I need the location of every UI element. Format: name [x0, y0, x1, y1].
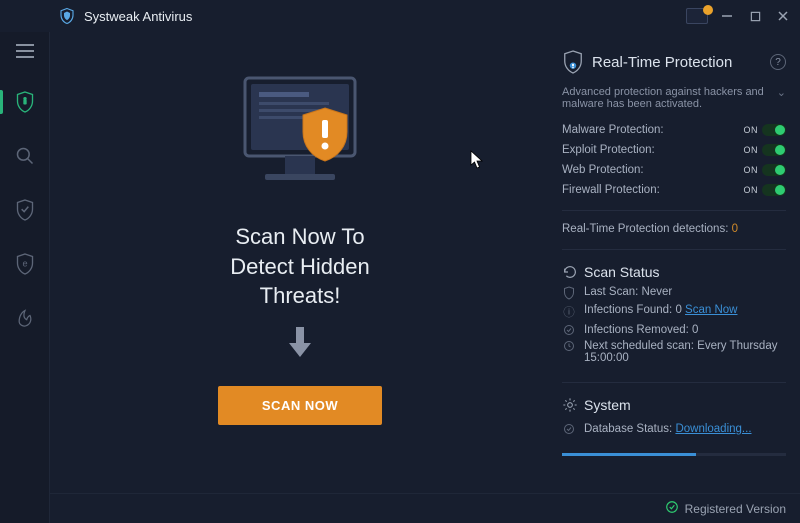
- close-button[interactable]: [774, 7, 792, 25]
- db-status-row: Database Status: Downloading...: [562, 423, 786, 435]
- sidebar-item-quarantine[interactable]: e: [0, 246, 50, 282]
- svg-text:e: e: [22, 259, 27, 269]
- footer: Registered Version: [50, 493, 800, 523]
- protection-row-firewall: Firewall Protection: ON: [562, 184, 786, 196]
- scan-now-button[interactable]: SCAN NOW: [218, 386, 382, 425]
- check-icon: [665, 500, 679, 517]
- toggle-web[interactable]: ON: [744, 164, 787, 176]
- chevron-down-icon: ⌄: [777, 86, 786, 99]
- check-circle-icon: [562, 423, 576, 435]
- titlebar: Systweak Antivirus: [0, 0, 800, 32]
- hero-illustration: [225, 70, 375, 200]
- main-content: Scan Now To Detect Hidden Threats! SCAN …: [50, 32, 550, 523]
- right-panel: Real-Time Protection ? Advanced protecti…: [550, 32, 800, 523]
- infections-found-row: ⓘ Infections Found: 0 Scan Now: [562, 304, 786, 320]
- maximize-button[interactable]: [746, 7, 764, 25]
- scan-now-link[interactable]: Scan Now: [685, 304, 737, 316]
- arrow-down-icon: [285, 325, 315, 364]
- check-circle-icon: [562, 324, 576, 336]
- protection-row-exploit: Exploit Protection: ON: [562, 144, 786, 156]
- refresh-icon: [562, 264, 578, 280]
- sidebar-item-scan[interactable]: [0, 138, 50, 174]
- system-header: System: [562, 397, 786, 413]
- realtime-subtitle-row[interactable]: Advanced protection against hackers and …: [562, 86, 786, 110]
- infections-removed-row: Infections Removed: 0: [562, 324, 786, 336]
- realtime-title: Real-Time Protection: [592, 54, 762, 71]
- db-progress: [562, 453, 786, 456]
- info-icon: ⓘ: [562, 304, 576, 320]
- last-scan-row: Last Scan: Never: [562, 286, 786, 300]
- app-title: Systweak Antivirus: [84, 9, 192, 24]
- realtime-subtitle: Advanced protection against hackers and …: [562, 86, 771, 110]
- protection-row-web: Web Protection: ON: [562, 164, 786, 176]
- app-logo-icon: [58, 7, 76, 25]
- menu-button[interactable]: [0, 36, 50, 66]
- gear-icon: [562, 397, 578, 413]
- realtime-header: Real-Time Protection ?: [562, 50, 786, 74]
- shield-check-icon: [562, 286, 576, 300]
- hero-heading: Scan Now To Detect Hidden Threats!: [230, 222, 369, 311]
- db-status-value[interactable]: Downloading...: [675, 423, 751, 435]
- help-icon[interactable]: ?: [770, 54, 786, 70]
- shield-icon: [562, 50, 584, 74]
- minimize-button[interactable]: [718, 7, 736, 25]
- toggle-exploit[interactable]: ON: [744, 144, 787, 156]
- protection-row-malware: Malware Protection: ON: [562, 124, 786, 136]
- sidebar-item-tools[interactable]: [0, 300, 50, 336]
- clock-icon: [562, 340, 576, 352]
- next-scan-row: Next scheduled scan: Every Thursday 15:0…: [562, 340, 786, 364]
- sidebar-item-protection[interactable]: [0, 192, 50, 228]
- sidebar-item-home[interactable]: [0, 84, 50, 120]
- toggle-malware[interactable]: ON: [744, 124, 787, 136]
- scan-status-header: Scan Status: [562, 264, 786, 280]
- toggle-firewall[interactable]: ON: [744, 184, 787, 196]
- subscription-icon[interactable]: [686, 8, 708, 24]
- registered-label: Registered Version: [685, 502, 786, 516]
- sidebar: e: [0, 32, 50, 523]
- detections-row: Real-Time Protection detections: 0: [562, 223, 786, 235]
